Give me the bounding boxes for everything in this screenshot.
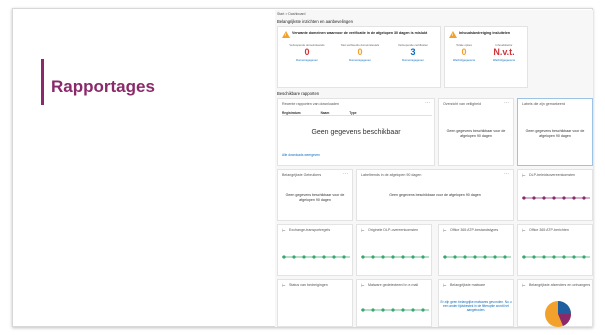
card-exchange-transport[interactable]: ⊢ Exchange-transportregels xyxy=(277,224,353,276)
all-downloads-link[interactable]: Alle downloads weergeven xyxy=(282,153,320,157)
more-options-icon[interactable]: ··· xyxy=(343,171,348,177)
more-options-icon[interactable]: ··· xyxy=(504,100,509,106)
metric-link[interactable]: Wachtrijgegevens xyxy=(479,58,529,62)
card-title: Labels die zijn gemarkeerd xyxy=(522,102,565,106)
slide-title: Rapportages xyxy=(51,77,155,96)
empty-state: Geen gegevens beschikbaar voor de afgelo… xyxy=(525,129,585,138)
title-accent-bar xyxy=(41,59,44,105)
alert-card-content: Inhoudsbedreiging insluitelen Totale opt… xyxy=(444,26,528,88)
empty-state: Geen gegevens beschikbaar voor de afgelo… xyxy=(446,129,506,138)
card-original-dlp[interactable]: ⊢ Originele DLP-overeenkomsten xyxy=(356,224,432,276)
slide: Rapportages Start > Dashboard Belangrijk… xyxy=(12,8,593,327)
metric-unverified-keys: Niet-verifieerde domeinsleutels 0 Domein… xyxy=(335,43,385,62)
metric-value: 0 xyxy=(357,47,363,57)
purple-line-chart xyxy=(522,196,590,200)
empty-state: Geen gegevens beschikbaar voor de afgelo… xyxy=(389,193,481,197)
green-line-chart xyxy=(282,255,350,259)
section-insights-title: Belangrijkste inzichten en aanbevelingen xyxy=(277,19,353,24)
pie-chart xyxy=(545,301,571,327)
table-header: Registratum Naam Type xyxy=(282,111,432,116)
metric-link[interactable]: Domeinsgegeven xyxy=(388,58,438,62)
green-line-chart xyxy=(361,308,429,312)
metric-link[interactable]: Domeinsgegeven xyxy=(282,58,332,62)
column-header[interactable]: Naam xyxy=(321,111,330,115)
green-line-chart xyxy=(522,255,590,259)
card-title: Belangrijkste malware xyxy=(450,283,486,287)
column-header[interactable]: Type xyxy=(349,111,356,115)
card-top-users[interactable]: Belangrijkste Gebruikers ··· Geen gegeve… xyxy=(277,169,353,221)
green-line-chart xyxy=(361,255,429,259)
slide-left-panel: Rapportages xyxy=(13,9,273,326)
section-reports-title: Beschikbare rapporten xyxy=(277,91,320,96)
card-recent-downloads[interactable]: Recente rapporten van downloaden ··· Reg… xyxy=(277,98,435,166)
metric-expiring-certs: Verloopende certificaten 3 Domeinsgegeve… xyxy=(388,43,438,62)
dashboard-screenshot: Start > Dashboard Belangrijkste inzichte… xyxy=(275,10,593,327)
card-atp-files[interactable]: ⊢ Office 365 ATP-bestandstypes xyxy=(438,224,514,276)
card-top-senders[interactable]: ⊢ Belangrijkste afzenders en ontvangers xyxy=(517,279,593,327)
alert-card-domains: Verwante domeinen waarvoor de verificati… xyxy=(277,26,441,88)
empty-state: Geen gegevens beschikbaar voor de afgelo… xyxy=(285,193,345,202)
warning-icon xyxy=(282,31,290,38)
card-overview[interactable]: Overzicht van veiligheid ··· Geen gegeve… xyxy=(438,98,514,166)
card-title: Overzicht van veiligheid xyxy=(443,102,481,106)
card-dlp[interactable]: ⊢ DLP-beleidsovereenkomsten xyxy=(517,169,593,221)
alert-heading: Inhoudsbedreiging insluitelen xyxy=(459,31,511,35)
metric-link[interactable]: Domeinsgegeven xyxy=(335,58,385,62)
more-options-icon[interactable]: ··· xyxy=(504,171,509,177)
card-label-trends[interactable]: Labeltrends in de afgelopen 90 dagen ···… xyxy=(356,169,514,221)
card-title: Recente rapporten van downloaden xyxy=(282,102,339,106)
card-malware-email[interactable]: ⊢ Malware gedetecteerd in e-mail xyxy=(356,279,432,327)
metric-value: 0 xyxy=(304,47,310,57)
chart-icon: ⊢ xyxy=(443,283,447,288)
metric-value: 3 xyxy=(410,47,416,57)
card-labels[interactable]: Labels die zijn gemarkeerd Geen gegevens… xyxy=(517,98,593,166)
alert-heading: Verwante domeinen waarvoor de verificati… xyxy=(292,31,428,35)
card-threat-status[interactable]: ⊢ Status van bedreigingen xyxy=(277,279,353,327)
metric-expiring-keys: Verloopende domeinsleutels 0 Domeinsgege… xyxy=(282,43,332,62)
metric-value: N.v.t. xyxy=(493,47,515,57)
warning-icon xyxy=(449,31,457,38)
chart-icon: ⊢ xyxy=(282,283,286,288)
card-title: Belangrijkste Gebruikers xyxy=(282,173,322,177)
green-line-chart xyxy=(443,255,511,259)
card-title: Status van bedreigingen xyxy=(289,283,328,287)
more-options-icon[interactable]: ··· xyxy=(425,100,430,106)
card-top-malware[interactable]: ⊢ Belangrijkste malware Er zijn geen bel… xyxy=(438,279,514,327)
breadcrumb[interactable]: Start > Dashboard xyxy=(277,12,306,16)
card-atp-messages[interactable]: ⊢ Office 365 ATP-berichten xyxy=(517,224,593,276)
metric-content-factor: Inhoudsfactor N.v.t. Wachtrijgegevens xyxy=(479,43,529,62)
info-link[interactable]: Er zijn geen belangrijke malwares gevond… xyxy=(439,300,513,313)
card-title: Labeltrends in de afgelopen 90 dagen xyxy=(361,173,422,177)
empty-state: Geen gegevens beschikbaar xyxy=(311,129,401,136)
column-header[interactable]: Registratum xyxy=(282,111,301,115)
